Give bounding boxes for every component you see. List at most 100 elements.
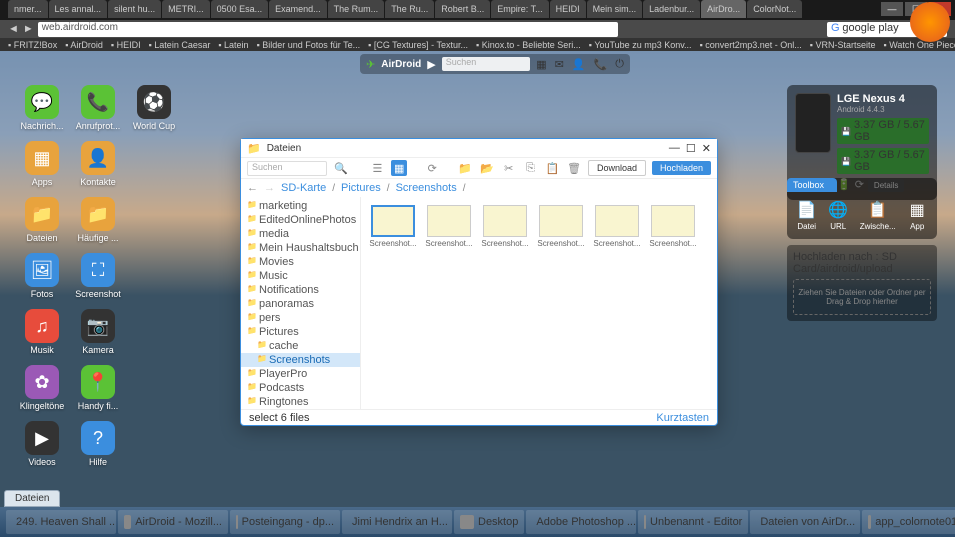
desktop-icon-hilfe[interactable]: ?Hilfe xyxy=(74,421,122,467)
taskbar-item[interactable]: app_colornote01... xyxy=(862,510,955,534)
toolbox-item-zwische...[interactable]: 📋Zwische... xyxy=(860,200,896,231)
desktop-icon-hufige[interactable]: 📁Häufige ... xyxy=(74,197,122,243)
tree-item[interactable]: marketing xyxy=(241,199,360,213)
breadcrumb-item[interactable]: Screenshots xyxy=(396,182,457,194)
browser-tab[interactable]: silent hu... xyxy=(108,0,161,18)
upload-button[interactable]: Hochladen xyxy=(652,161,711,175)
taskbar-item[interactable]: Jimi Hendrix an H... xyxy=(342,510,452,534)
tree-item[interactable]: Movies xyxy=(241,255,360,269)
tree-item[interactable]: panoramas xyxy=(241,297,360,311)
desktop-icon-screenshot[interactable]: ⛶Screenshot xyxy=(74,253,122,299)
browser-tab[interactable]: The Ru... xyxy=(385,0,434,18)
list-view-icon[interactable]: ☰ xyxy=(370,160,386,176)
bookmark-item[interactable]: ▪ Watch One Piece Epis... xyxy=(884,40,955,50)
minimize-button[interactable]: — xyxy=(881,2,903,16)
folder-tree[interactable]: marketingEditedOnlinePhotosmediaMein Hau… xyxy=(241,197,361,409)
back-arrow-icon[interactable]: ← xyxy=(247,182,258,194)
contact-icon[interactable]: 👤 xyxy=(572,58,586,71)
window-close-icon[interactable]: ✕ xyxy=(702,142,711,155)
bookmark-item[interactable]: ▪ Latein Caesar xyxy=(149,40,211,50)
tree-item[interactable]: Screenshots xyxy=(241,353,360,367)
mail-icon[interactable]: ✉ xyxy=(555,58,564,71)
tree-item[interactable]: Ringtones xyxy=(241,395,360,409)
browser-tab[interactable]: Mein sim... xyxy=(587,0,643,18)
bookmark-item[interactable]: ▪ [CG Textures] - Textur... xyxy=(368,40,468,50)
cut-icon[interactable]: ✂ xyxy=(501,160,517,176)
desktop-icon-kontakte[interactable]: 👤Kontakte xyxy=(74,141,122,187)
desktop-icon-fotos[interactable]: 🖼Fotos xyxy=(18,253,66,299)
taskbar-item[interactable]: 249. Heaven Shall ... xyxy=(6,510,116,534)
tree-item[interactable]: EditedOnlinePhotos xyxy=(241,213,360,227)
taskbar-item[interactable]: Posteingang - dp... xyxy=(230,510,340,534)
desktop-icon-worldcup[interactable]: ⚽World Cup xyxy=(130,85,178,131)
browser-tab[interactable]: nmer... xyxy=(8,0,48,18)
file-thumbnail[interactable]: Screenshot... xyxy=(481,205,529,248)
bookmark-item[interactable]: ▪ Bilder und Fotos für Te... xyxy=(257,40,361,50)
desktop-icon-dateien[interactable]: 📁Dateien xyxy=(18,197,66,243)
desktop-icon-handyfi[interactable]: 📍Handy fi... xyxy=(74,365,122,411)
window-maximize-icon[interactable]: ☐ xyxy=(686,142,696,155)
paste-icon[interactable]: 📋 xyxy=(544,160,560,176)
tree-item[interactable]: Podcasts xyxy=(241,381,360,395)
tree-item[interactable]: PlayerPro xyxy=(241,367,360,381)
file-thumbnail[interactable]: Screenshot... xyxy=(537,205,585,248)
file-search-input[interactable]: Suchen xyxy=(247,161,327,176)
tree-item[interactable]: Music xyxy=(241,269,360,283)
refresh-icon[interactable]: ⟳ xyxy=(424,160,440,176)
browser-tab[interactable]: ColorNot... xyxy=(747,0,802,18)
file-thumbnail[interactable]: Screenshot... xyxy=(649,205,697,248)
airdroid-search-input[interactable]: Suchen xyxy=(442,57,531,71)
tree-item[interactable]: Notifications xyxy=(241,283,360,297)
taskbar-item[interactable]: AirDroid - Mozill... xyxy=(118,510,228,534)
file-window-titlebar[interactable]: 📁 Dateien — ☐ ✕ xyxy=(241,139,717,157)
browser-tab[interactable]: Robert B... xyxy=(435,0,490,18)
tree-item[interactable]: pers xyxy=(241,311,360,325)
new-folder-icon[interactable]: 📁 xyxy=(457,160,473,176)
bookmark-item[interactable]: ▪ AirDroid xyxy=(65,40,103,50)
bookmark-item[interactable]: ▪ convert2mp3.net - Onl... xyxy=(700,40,802,50)
app-tab[interactable]: Dateien xyxy=(4,490,60,507)
search-icon[interactable]: 🔍 xyxy=(333,160,349,176)
browser-tab[interactable]: Examend... xyxy=(269,0,327,18)
breadcrumb-item[interactable]: SD-Karte xyxy=(281,182,326,194)
phone-icon[interactable]: 📞 xyxy=(594,58,608,71)
grid-icon[interactable]: ▦ xyxy=(536,58,546,71)
bookmark-item[interactable]: ▪ Latein xyxy=(218,40,248,50)
taskbar-item[interactable]: Unbenannt - Editor xyxy=(638,510,748,534)
forward-icon[interactable]: ► xyxy=(23,23,34,35)
url-input[interactable]: web.airdroid.com xyxy=(38,22,618,37)
toolbox-item-app[interactable]: ▦App xyxy=(907,200,927,231)
shortcuts-link[interactable]: Kurztasten xyxy=(656,412,709,424)
browser-tab[interactable]: Les annal... xyxy=(49,0,108,18)
tree-item[interactable]: media xyxy=(241,227,360,241)
download-button[interactable]: Download xyxy=(588,160,646,176)
browser-tab[interactable]: AirDro... xyxy=(701,0,746,18)
desktop-icon-anrufprot[interactable]: 📞Anrufprot... xyxy=(74,85,122,131)
file-thumbnail[interactable]: Screenshot... xyxy=(593,205,641,248)
browser-tab[interactable]: 0500 Esa... xyxy=(211,0,269,18)
power-icon[interactable]: ⏻ xyxy=(615,58,624,71)
folder-up-icon[interactable]: 📂 xyxy=(479,160,495,176)
browser-tab[interactable]: Empire: T... xyxy=(491,0,548,18)
copy-icon[interactable]: ⎘ xyxy=(523,160,539,176)
delete-icon[interactable]: 🗑 xyxy=(566,160,582,176)
desktop-icon-apps[interactable]: ▦Apps xyxy=(18,141,66,187)
upload-dropzone[interactable]: Ziehen Sie Dateien oder Ordner per Drag … xyxy=(793,279,931,315)
tree-item[interactable]: cache xyxy=(241,339,360,353)
browser-tab[interactable]: Ladenbur... xyxy=(643,0,700,18)
tree-item[interactable]: Mein Haushaltsbuch xyxy=(241,241,360,255)
desktop-icon-musik[interactable]: ♫Musik xyxy=(18,309,66,355)
desktop-icon-klingeltne[interactable]: ✿Klingeltöne xyxy=(18,365,66,411)
desktop-icon-nachrich[interactable]: 💬Nachrich... xyxy=(18,85,66,131)
browser-tab[interactable]: HEIDI xyxy=(550,0,586,18)
bookmark-item[interactable]: ▪ Kinox.to - Beliebte Seri... xyxy=(476,40,581,50)
taskbar-item[interactable]: Desktop xyxy=(454,510,524,534)
desktop-icon-kamera[interactable]: 📷Kamera xyxy=(74,309,122,355)
taskbar-item[interactable]: Dateien von AirDr... xyxy=(750,510,860,534)
bookmark-item[interactable]: ▪ FRITZ!Box xyxy=(8,40,57,50)
tree-item[interactable]: Pictures xyxy=(241,325,360,339)
bookmark-item[interactable]: ▪ YouTube zu mp3 Konv... xyxy=(589,40,692,50)
play-icon[interactable]: ▶ xyxy=(427,58,435,71)
browser-tab[interactable]: The Rum... xyxy=(328,0,385,18)
breadcrumb-item[interactable]: Pictures xyxy=(341,182,381,194)
